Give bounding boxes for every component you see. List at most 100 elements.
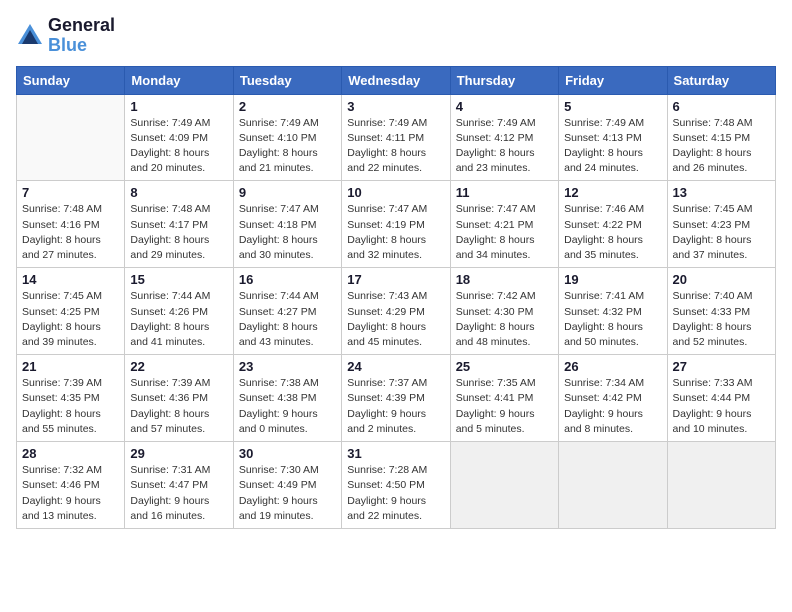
calendar-cell: 15Sunrise: 7:44 AM Sunset: 4:26 PM Dayli… xyxy=(125,268,233,355)
calendar-cell: 13 Sunrise: 7:45 AM Sunset: 4:23 PM Dayli… xyxy=(667,181,775,268)
calendar-cell: 31 Sunrise: 7:28 AM Sunset: 4:50 PM Dayli… xyxy=(342,442,450,529)
day-number: 3 xyxy=(347,99,444,114)
calendar-cell: 28 Sunrise: 7:32 AM Sunset: 4:46 PM Dayli… xyxy=(17,442,125,529)
calendar-cell: 18Sunrise: 7:42 AM Sunset: 4:30 PM Dayli… xyxy=(450,268,558,355)
page-header: General Blue xyxy=(16,16,776,56)
day-number: 19 xyxy=(564,272,661,287)
calendar-cell: 10Sunrise: 7:47 AM Sunset: 4:19 PM Dayli… xyxy=(342,181,450,268)
day-info: Sunrise: 7:45 AM Sunset: 4:25 PM Dayligh… xyxy=(22,289,119,350)
day-number: 6 xyxy=(673,99,770,114)
day-info: Sunrise: 7:43 AM Sunset: 4:29 PM Dayligh… xyxy=(347,289,444,350)
calendar-cell xyxy=(559,442,667,529)
calendar-cell: 27 Sunrise: 7:33 AM Sunset: 4:44 PM Dayli… xyxy=(667,355,775,442)
day-number: 23 xyxy=(239,359,336,374)
day-info: Sunrise: 7:48 AM Sunset: 4:15 PM Dayligh… xyxy=(673,116,770,177)
day-info: Sunrise: 7:45 AM Sunset: 4:23 PM Dayligh… xyxy=(673,202,770,263)
day-info: Sunrise: 7:39 AM Sunset: 4:35 PM Dayligh… xyxy=(22,376,119,437)
day-number: 2 xyxy=(239,99,336,114)
calendar-cell: 11Sunrise: 7:47 AM Sunset: 4:21 PM Dayli… xyxy=(450,181,558,268)
day-info: Sunrise: 7:37 AM Sunset: 4:39 PM Dayligh… xyxy=(347,376,444,437)
calendar-week-row: 14Sunrise: 7:45 AM Sunset: 4:25 PM Dayli… xyxy=(17,268,776,355)
calendar-week-row: 21 Sunrise: 7:39 AM Sunset: 4:35 PM Dayli… xyxy=(17,355,776,442)
day-number: 15 xyxy=(130,272,227,287)
logo-text: General Blue xyxy=(48,16,115,56)
calendar-week-row: 1Sunrise: 7:49 AM Sunset: 4:09 PM Daylig… xyxy=(17,94,776,181)
day-info: Sunrise: 7:40 AM Sunset: 4:33 PM Dayligh… xyxy=(673,289,770,350)
weekday-header: Saturday xyxy=(667,66,775,94)
calendar-cell: 24 Sunrise: 7:37 AM Sunset: 4:39 PM Dayli… xyxy=(342,355,450,442)
calendar-cell: 8 Sunrise: 7:48 AM Sunset: 4:17 PM Daylig… xyxy=(125,181,233,268)
day-number: 7 xyxy=(22,185,119,200)
day-number: 17 xyxy=(347,272,444,287)
day-info: Sunrise: 7:32 AM Sunset: 4:46 PM Dayligh… xyxy=(22,463,119,524)
weekday-header: Monday xyxy=(125,66,233,94)
calendar-cell: 5 Sunrise: 7:49 AM Sunset: 4:13 PM Daylig… xyxy=(559,94,667,181)
day-info: Sunrise: 7:49 AM Sunset: 4:12 PM Dayligh… xyxy=(456,116,553,177)
day-info: Sunrise: 7:48 AM Sunset: 4:17 PM Dayligh… xyxy=(130,202,227,263)
day-info: Sunrise: 7:47 AM Sunset: 4:21 PM Dayligh… xyxy=(456,202,553,263)
day-number: 20 xyxy=(673,272,770,287)
day-number: 30 xyxy=(239,446,336,461)
calendar-cell: 9 Sunrise: 7:47 AM Sunset: 4:18 PM Daylig… xyxy=(233,181,341,268)
calendar-cell: 16 Sunrise: 7:44 AM Sunset: 4:27 PM Dayli… xyxy=(233,268,341,355)
day-info: Sunrise: 7:49 AM Sunset: 4:13 PM Dayligh… xyxy=(564,116,661,177)
calendar-cell xyxy=(450,442,558,529)
calendar-body: 1Sunrise: 7:49 AM Sunset: 4:09 PM Daylig… xyxy=(17,94,776,528)
calendar-cell: 12Sunrise: 7:46 AM Sunset: 4:22 PM Dayli… xyxy=(559,181,667,268)
day-number: 18 xyxy=(456,272,553,287)
day-number: 4 xyxy=(456,99,553,114)
day-info: Sunrise: 7:48 AM Sunset: 4:16 PM Dayligh… xyxy=(22,202,119,263)
calendar-cell: 23 Sunrise: 7:38 AM Sunset: 4:38 PM Dayli… xyxy=(233,355,341,442)
calendar-cell: 20 Sunrise: 7:40 AM Sunset: 4:33 PM Dayli… xyxy=(667,268,775,355)
day-number: 27 xyxy=(673,359,770,374)
day-info: Sunrise: 7:33 AM Sunset: 4:44 PM Dayligh… xyxy=(673,376,770,437)
day-info: Sunrise: 7:39 AM Sunset: 4:36 PM Dayligh… xyxy=(130,376,227,437)
calendar-cell: 14Sunrise: 7:45 AM Sunset: 4:25 PM Dayli… xyxy=(17,268,125,355)
calendar-cell: 7 Sunrise: 7:48 AM Sunset: 4:16 PM Daylig… xyxy=(17,181,125,268)
day-info: Sunrise: 7:47 AM Sunset: 4:18 PM Dayligh… xyxy=(239,202,336,263)
day-info: Sunrise: 7:28 AM Sunset: 4:50 PM Dayligh… xyxy=(347,463,444,524)
calendar-cell: 3 Sunrise: 7:49 AM Sunset: 4:11 PM Daylig… xyxy=(342,94,450,181)
calendar-cell: 4 Sunrise: 7:49 AM Sunset: 4:12 PM Daylig… xyxy=(450,94,558,181)
day-number: 22 xyxy=(130,359,227,374)
calendar-cell: 30Sunrise: 7:30 AM Sunset: 4:49 PM Dayli… xyxy=(233,442,341,529)
calendar-cell: 21 Sunrise: 7:39 AM Sunset: 4:35 PM Dayli… xyxy=(17,355,125,442)
weekday-header: Tuesday xyxy=(233,66,341,94)
day-info: Sunrise: 7:38 AM Sunset: 4:38 PM Dayligh… xyxy=(239,376,336,437)
calendar-week-row: 7 Sunrise: 7:48 AM Sunset: 4:16 PM Daylig… xyxy=(17,181,776,268)
day-info: Sunrise: 7:44 AM Sunset: 4:27 PM Dayligh… xyxy=(239,289,336,350)
calendar-cell: 6 Sunrise: 7:48 AM Sunset: 4:15 PM Daylig… xyxy=(667,94,775,181)
day-info: Sunrise: 7:49 AM Sunset: 4:09 PM Dayligh… xyxy=(130,116,227,177)
calendar-cell: 22 Sunrise: 7:39 AM Sunset: 4:36 PM Dayli… xyxy=(125,355,233,442)
calendar-header-row: SundayMondayTuesdayWednesdayThursdayFrid… xyxy=(17,66,776,94)
day-number: 25 xyxy=(456,359,553,374)
calendar-week-row: 28 Sunrise: 7:32 AM Sunset: 4:46 PM Dayli… xyxy=(17,442,776,529)
weekday-header: Sunday xyxy=(17,66,125,94)
calendar-cell xyxy=(667,442,775,529)
day-number: 24 xyxy=(347,359,444,374)
day-info: Sunrise: 7:34 AM Sunset: 4:42 PM Dayligh… xyxy=(564,376,661,437)
weekday-header: Thursday xyxy=(450,66,558,94)
day-info: Sunrise: 7:49 AM Sunset: 4:11 PM Dayligh… xyxy=(347,116,444,177)
day-info: Sunrise: 7:31 AM Sunset: 4:47 PM Dayligh… xyxy=(130,463,227,524)
day-number: 29 xyxy=(130,446,227,461)
day-number: 9 xyxy=(239,185,336,200)
day-info: Sunrise: 7:49 AM Sunset: 4:10 PM Dayligh… xyxy=(239,116,336,177)
day-number: 16 xyxy=(239,272,336,287)
day-number: 8 xyxy=(130,185,227,200)
day-number: 21 xyxy=(22,359,119,374)
calendar-cell: 26Sunrise: 7:34 AM Sunset: 4:42 PM Dayli… xyxy=(559,355,667,442)
day-number: 5 xyxy=(564,99,661,114)
day-number: 10 xyxy=(347,185,444,200)
calendar-cell: 25 Sunrise: 7:35 AM Sunset: 4:41 PM Dayli… xyxy=(450,355,558,442)
calendar-cell xyxy=(17,94,125,181)
day-number: 13 xyxy=(673,185,770,200)
day-info: Sunrise: 7:41 AM Sunset: 4:32 PM Dayligh… xyxy=(564,289,661,350)
calendar-cell: 2 Sunrise: 7:49 AM Sunset: 4:10 PM Daylig… xyxy=(233,94,341,181)
weekday-header: Wednesday xyxy=(342,66,450,94)
day-info: Sunrise: 7:35 AM Sunset: 4:41 PM Dayligh… xyxy=(456,376,553,437)
day-number: 28 xyxy=(22,446,119,461)
day-info: Sunrise: 7:46 AM Sunset: 4:22 PM Dayligh… xyxy=(564,202,661,263)
day-number: 31 xyxy=(347,446,444,461)
logo-icon xyxy=(16,22,44,50)
